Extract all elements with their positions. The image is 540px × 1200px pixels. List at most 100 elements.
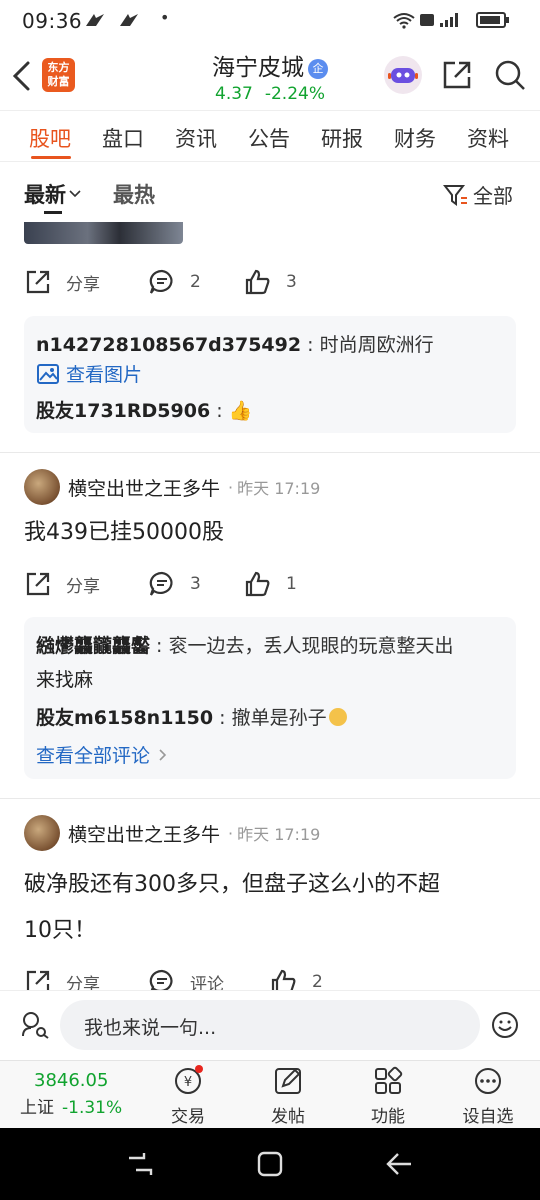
post-time: 昨天 17:19: [237, 825, 321, 844]
stock-name: 海宁皮城: [212, 55, 304, 81]
comment-button[interactable]: 评论: [148, 968, 224, 990]
nav-watchlist[interactable]: 设自选: [443, 1062, 533, 1127]
sort-indicator: [44, 211, 62, 214]
comment-count: 3: [190, 574, 201, 594]
share-external-icon[interactable]: [441, 59, 473, 91]
nav-post-label: 发帖: [271, 1107, 305, 1127]
comment-input[interactable]: 我也来说一句...: [60, 1000, 480, 1050]
notification-icon-2: [120, 14, 138, 26]
share-button[interactable]: 分享: [24, 968, 100, 990]
avatar[interactable]: [24, 815, 60, 851]
index-quote[interactable]: 3846.05 上证 -1.31%: [14, 1070, 144, 1118]
view-all-comments-link[interactable]: 查看全部评论: [36, 741, 170, 768]
like-button[interactable]: 2: [270, 968, 323, 990]
view-all-label: 查看全部评论: [36, 745, 151, 767]
sort-latest[interactable]: 最新: [24, 179, 82, 209]
tab-finance[interactable]: 财务: [394, 123, 436, 153]
reply-text-continued: 来找麻: [36, 669, 94, 691]
svg-text:¥: ¥: [184, 1075, 192, 1090]
home-icon[interactable]: [256, 1150, 284, 1178]
status-dot: •: [160, 8, 170, 27]
thumbs-up-icon: [245, 571, 270, 597]
comment-icon: [149, 571, 173, 596]
share-label: 分享: [66, 974, 100, 991]
status-bar: 09:36 •: [0, 0, 540, 40]
image-icon: [37, 363, 59, 384]
nav-features[interactable]: 功能: [343, 1062, 433, 1127]
view-image-link[interactable]: 查看图片: [36, 360, 142, 387]
thumbs-up-emoji: 👍: [228, 400, 253, 422]
grid-icon: [375, 1066, 403, 1094]
comment-preview-box[interactable]: 繈爩龘龖龘齾 : 衮一边去，丢人现眼的玩意整天出 来找麻 股友m6158n115…: [24, 617, 516, 779]
post-author[interactable]: 横空出世之王多牛 · 昨天 17:19: [24, 469, 320, 505]
reply-user[interactable]: 繈爩龘龖龘齾: [36, 635, 150, 657]
post-actions: 分享 评论 2: [0, 962, 540, 990]
sort-latest-label: 最新: [24, 183, 66, 207]
enterprise-badge: 企: [308, 59, 328, 79]
like-button[interactable]: 1: [244, 570, 297, 598]
author-name[interactable]: 横空出世之王多牛: [68, 820, 220, 847]
robot-assistant-icon[interactable]: [384, 56, 422, 94]
share-icon: [26, 970, 50, 990]
comment-preview-line: 繈爩龘龖龘齾 : 衮一边去，丢人现眼的玩意整天出: [36, 635, 454, 657]
filter-button[interactable]: 全部: [443, 180, 513, 209]
more-icon: [475, 1068, 501, 1094]
post-image-thumbnail[interactable]: [24, 222, 183, 244]
post-content-line: 破净股还有300多只，但盘子这么小的不超: [24, 872, 440, 897]
filter-label: 全部: [473, 184, 513, 208]
author-name[interactable]: 横空出世之王多牛: [68, 474, 220, 501]
back-nav-icon[interactable]: [384, 1150, 414, 1178]
reply-user[interactable]: 股友m6158n1150: [36, 707, 213, 729]
comment-button[interactable]: 3: [148, 570, 201, 598]
divider: [0, 452, 540, 453]
user-search-icon[interactable]: [20, 1010, 50, 1040]
tab-announcements[interactable]: 公告: [248, 123, 290, 153]
tab-pankou[interactable]: 盘口: [102, 123, 144, 153]
like-count: 2: [312, 972, 323, 990]
avatar[interactable]: [24, 469, 60, 505]
trade-icon: ¥: [175, 1065, 203, 1094]
comment-preview-line: n142728108567d375492 : 时尚周欧洲行: [36, 334, 434, 356]
nav-post[interactable]: 发帖: [243, 1062, 333, 1127]
thumbs-up-icon: [271, 969, 296, 990]
recent-apps-icon[interactable]: [126, 1150, 154, 1178]
wifi-icon: [393, 13, 415, 29]
share-icon: [26, 572, 50, 596]
tab-profile[interactable]: 资料: [467, 123, 509, 153]
chevron-right-icon: [159, 749, 167, 761]
share-button[interactable]: 分享: [24, 268, 100, 296]
battery-icon: [476, 12, 509, 28]
comment-icon: [149, 969, 173, 990]
post-time-sep: ·: [228, 477, 234, 497]
comment-count: 2: [190, 272, 201, 292]
active-tab-indicator: [31, 156, 71, 159]
post-content[interactable]: 我439已挂50000股: [24, 510, 524, 556]
share-button[interactable]: 分享: [24, 570, 100, 598]
nav-trade-label: 交易: [171, 1107, 205, 1127]
post-content[interactable]: 破净股还有300多只，但盘子这么小的不超 10只！: [24, 862, 524, 954]
reply-text: 时尚周欧洲行: [319, 334, 434, 356]
search-icon[interactable]: [494, 59, 526, 91]
emoji-icon[interactable]: [490, 1010, 520, 1040]
tab-news[interactable]: 资讯: [175, 123, 217, 153]
reply-text: 衮一边去，丢人现眼的玩意整天出: [168, 635, 454, 657]
emoji-face-icon: [328, 708, 347, 726]
share-label: 分享: [66, 274, 100, 295]
tab-research[interactable]: 研报: [321, 123, 363, 153]
nav-trade[interactable]: ¥ 交易: [143, 1062, 233, 1127]
like-button[interactable]: 3: [244, 268, 297, 296]
thumbs-up-icon: [245, 269, 270, 295]
edit-icon: [275, 1068, 301, 1094]
share-label: 分享: [66, 576, 100, 597]
nav-watchlist-label: 设自选: [462, 1107, 514, 1127]
comment-preview-line: 股友1731RD5906 : 👍: [36, 400, 253, 422]
comment-preview-box[interactable]: n142728108567d375492 : 时尚周欧洲行 查看图片 股友173…: [24, 316, 516, 433]
post-author[interactable]: 横空出世之王多牛 · 昨天 17:19: [24, 815, 320, 851]
sort-hottest[interactable]: 最热: [113, 179, 155, 209]
comment-button[interactable]: 2: [148, 268, 201, 296]
reply-user[interactable]: n142728108567d375492: [36, 334, 301, 356]
reply-user[interactable]: 股友1731RD5906: [36, 400, 210, 422]
tab-guba[interactable]: 股吧: [29, 123, 71, 153]
comment-icon: [149, 269, 173, 294]
post-actions: 分享 3 1: [0, 564, 540, 604]
